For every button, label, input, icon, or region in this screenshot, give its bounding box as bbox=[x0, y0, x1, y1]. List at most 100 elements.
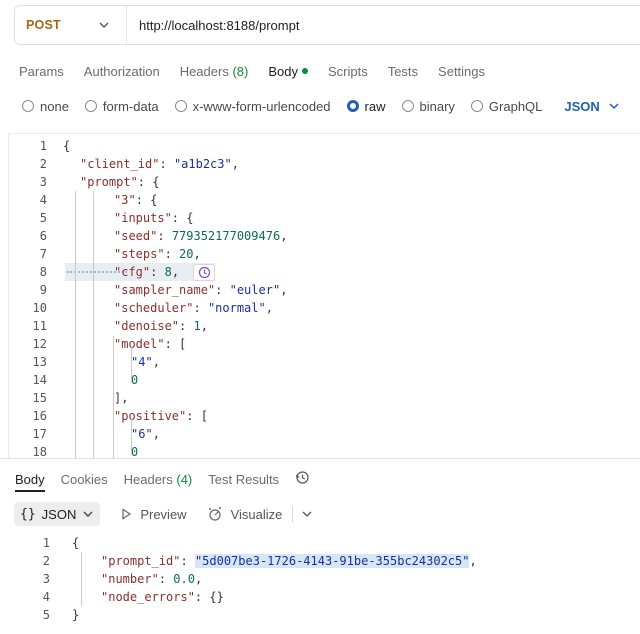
code-line: 3 "number": 0.0, bbox=[8, 570, 640, 588]
code-text: } bbox=[72, 606, 79, 624]
code-token: "inputs" bbox=[114, 211, 172, 225]
radio-graphql[interactable]: GraphQL bbox=[470, 99, 542, 114]
code-line: 1{ bbox=[8, 534, 640, 552]
code-token: "model" bbox=[114, 337, 165, 351]
code-token: 0.0 bbox=[173, 572, 195, 586]
visualize-button[interactable]: Visualize bbox=[207, 506, 283, 522]
code-token: "5d007be3-1726-4143-91be-355bc24302c5" bbox=[194, 554, 470, 568]
code-text: "model": [ bbox=[114, 335, 186, 353]
code-token: "number" bbox=[101, 572, 159, 586]
code-token: "normal" bbox=[207, 301, 266, 315]
preview-label: Preview bbox=[140, 506, 187, 522]
code-line: 10 "scheduler": "normal", bbox=[9, 299, 640, 317]
code-token: : bbox=[164, 247, 180, 261]
tab-params[interactable]: Params bbox=[19, 64, 64, 79]
code-token: "sampler_name" bbox=[114, 283, 216, 297]
response-tab-headers[interactable]: Headers (4) bbox=[124, 472, 193, 487]
code-token: : [ bbox=[164, 337, 187, 351]
code-text: "4", bbox=[131, 353, 160, 371]
tab-settings[interactable]: Settings bbox=[438, 64, 485, 79]
response-body-viewer[interactable]: 1{2 "prompt_id": "5d007be3-1726-4143-91be… bbox=[8, 534, 640, 634]
line-number: 4 bbox=[42, 590, 50, 604]
code-text: "positive": [ bbox=[114, 407, 208, 425]
line-number: 12 bbox=[32, 337, 47, 351]
code-line: 5} bbox=[8, 606, 640, 624]
code-text: "cfg": 8, bbox=[114, 263, 179, 281]
radio-binary[interactable]: binary bbox=[401, 99, 455, 114]
line-number: 3 bbox=[42, 572, 50, 586]
code-token: , bbox=[469, 554, 477, 568]
line-number: 2 bbox=[39, 157, 47, 171]
line-number: 17 bbox=[32, 427, 47, 441]
response-tab-test-results[interactable]: Test Results bbox=[208, 472, 279, 487]
response-tabs: Body Cookies Headers (4) Test Results bbox=[15, 469, 326, 489]
code-line: 11 "denoise": 1, bbox=[9, 317, 640, 335]
code-token: 779352177009476 bbox=[171, 229, 281, 243]
radio-circle bbox=[401, 100, 414, 112]
code-token: "prompt" bbox=[80, 175, 138, 189]
url-input[interactable]: http://localhost:8188/prompt bbox=[127, 18, 299, 33]
response-tab-cookies[interactable]: Cookies bbox=[61, 472, 108, 487]
tab-headers[interactable]: Headers (8) bbox=[180, 64, 249, 79]
radio-form-data[interactable]: form-data bbox=[84, 99, 159, 114]
code-token: "euler" bbox=[229, 283, 281, 297]
code-text: "6", bbox=[131, 425, 160, 443]
code-text: "seed": 779352177009476, bbox=[114, 227, 287, 245]
code-token: : { bbox=[137, 175, 160, 189]
code-text: "3": { bbox=[114, 191, 157, 209]
code-line: 5 "inputs": { bbox=[9, 209, 640, 227]
response-format-select[interactable]: {} JSON bbox=[14, 502, 101, 526]
variable-hint-icon[interactable] bbox=[193, 264, 215, 281]
code-line: 14 0 bbox=[9, 371, 640, 389]
code-text: 0 bbox=[131, 371, 138, 389]
preview-button[interactable]: Preview bbox=[120, 506, 187, 522]
code-line: 17 "6", bbox=[9, 425, 640, 443]
line-number: 8 bbox=[39, 265, 47, 279]
line-number: 18 bbox=[32, 445, 47, 458]
code-token: 0 bbox=[131, 445, 139, 458]
chevron-down-icon bbox=[609, 103, 619, 110]
radio-circle bbox=[346, 100, 359, 112]
code-token: 20 bbox=[179, 247, 194, 261]
visualize-label: Visualize bbox=[230, 506, 283, 522]
tab-tests[interactable]: Tests bbox=[388, 64, 418, 79]
response-tab-body[interactable]: Body bbox=[15, 472, 45, 487]
code-token: { bbox=[72, 536, 80, 550]
code-line: 3 "prompt": { bbox=[9, 173, 640, 191]
code-token: , bbox=[152, 355, 160, 369]
response-format-label: JSON bbox=[41, 506, 77, 522]
tab-body[interactable]: Body bbox=[268, 64, 308, 79]
code-line: 7 "steps": 20, bbox=[9, 245, 640, 263]
code-token: : {} bbox=[194, 590, 224, 604]
request-body-editor[interactable]: 1{2 "client_id": "a1b2c3", 3 "prompt": {4 "3… bbox=[8, 133, 640, 458]
indent-guide bbox=[131, 418, 132, 454]
chevron-down-icon bbox=[83, 511, 93, 517]
body-format-select[interactable]: JSON bbox=[564, 99, 619, 114]
radio-circle bbox=[174, 100, 187, 112]
tab-label: Scripts bbox=[327, 63, 368, 79]
tab-label: Headers bbox=[179, 63, 229, 79]
radio-x-www-form-urlencoded[interactable]: x-www-form-urlencoded bbox=[174, 99, 331, 114]
panel-divider[interactable] bbox=[0, 458, 640, 459]
code-token: , bbox=[152, 427, 160, 441]
code-token: , bbox=[171, 265, 180, 279]
tab-authorization[interactable]: Authorization bbox=[84, 64, 160, 79]
tab-label: Authorization bbox=[83, 63, 160, 79]
tab-label: Params bbox=[19, 63, 64, 79]
code-line: 16 "positive": [ bbox=[9, 407, 640, 425]
radio-none[interactable]: none bbox=[22, 99, 69, 114]
tab-scripts[interactable]: Scripts bbox=[328, 64, 368, 79]
chevron-down-icon[interactable] bbox=[301, 508, 313, 520]
code-token: , bbox=[194, 572, 203, 586]
code-line: 2 "prompt_id": "5d007be3-1726-4143-91be-3… bbox=[8, 552, 640, 570]
code-line: 18 0 bbox=[9, 443, 640, 458]
radio-raw[interactable]: raw bbox=[346, 99, 386, 114]
code-token: 1 bbox=[193, 319, 201, 333]
code-token: "3" bbox=[114, 193, 136, 207]
code-line: 1{ bbox=[9, 137, 640, 155]
code-token: , bbox=[280, 229, 288, 243]
method-select[interactable]: POST bbox=[15, 6, 127, 44]
tab-count-badge: (8) bbox=[228, 63, 249, 79]
history-icon[interactable] bbox=[295, 470, 310, 488]
code-line: 4 "node_errors": {} bbox=[8, 588, 640, 606]
